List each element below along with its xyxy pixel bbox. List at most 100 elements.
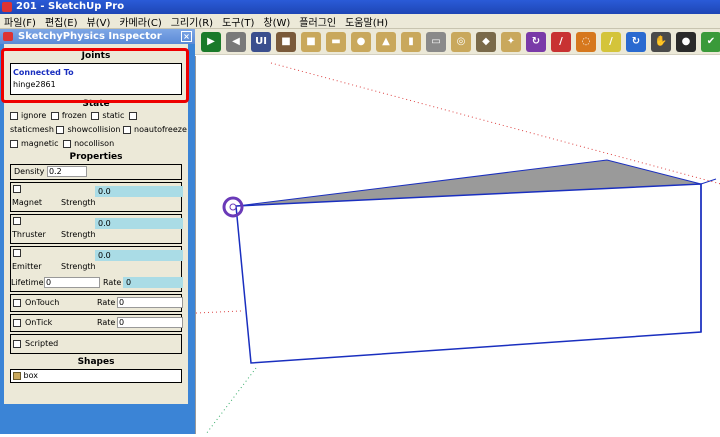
static-label: static <box>102 111 125 120</box>
refresh-blue-icon[interactable]: ↻ <box>626 31 646 52</box>
menu-plugins[interactable]: 플러그인 <box>299 14 336 29</box>
inspector-titlebar[interactable]: SketchyPhysics Inspector × <box>0 29 195 44</box>
showcollision-label: showcollision <box>67 125 121 134</box>
menu-file[interactable]: 파일(F) <box>4 14 36 29</box>
density-label: Density <box>14 167 45 176</box>
density-row: Density 0.2 <box>10 164 182 180</box>
ontouch-rate-input[interactable]: 0 <box>117 297 183 308</box>
emitter-checkbox[interactable] <box>13 249 21 257</box>
scripted-label: Scripted <box>25 339 59 348</box>
window-title: 201 - SketchUp Pro <box>16 1 125 12</box>
window-titlebar: 201 - SketchUp Pro <box>0 0 720 14</box>
scripted-checkbox[interactable] <box>13 340 21 348</box>
scripted-group: Scripted <box>10 334 182 354</box>
noautofreeze-label: noautofreeze <box>134 125 187 134</box>
magnetic-label: magnetic <box>21 139 59 148</box>
capsule-shape-icon[interactable]: ▮ <box>401 31 421 52</box>
staticmesh-label: staticmesh <box>10 125 54 134</box>
menu-view[interactable]: 뷰(V) <box>87 14 111 29</box>
magnet-strength-input[interactable]: 0.0 <box>95 186 183 197</box>
box-front-face <box>235 183 702 364</box>
shapes-box: box <box>10 369 182 383</box>
thruster-group: 0.0 Thruster Strength <box>10 214 183 244</box>
magnet-strength-label: Strength <box>61 198 96 207</box>
scene-svg <box>195 62 720 435</box>
menu-draw[interactable]: 그리기(R) <box>171 14 213 29</box>
line-red-icon[interactable]: / <box>551 31 571 52</box>
menu-camera[interactable]: 카메라(C) <box>119 14 161 29</box>
lifetime-input[interactable]: 0 <box>44 277 100 288</box>
box-shape-icon[interactable]: ■ <box>301 31 321 52</box>
plate-shape-icon[interactable]: ▭ <box>426 31 446 52</box>
nocollison-checkbox[interactable] <box>63 139 72 148</box>
black-dot-icon[interactable]: ● <box>676 31 696 52</box>
green-leaf-icon[interactable]: ✔ <box>701 31 720 52</box>
thruster-label: Thruster <box>12 230 46 239</box>
ignore-label: ignore <box>21 111 47 120</box>
rotate-purple-icon[interactable]: ↻ <box>526 31 546 52</box>
staticmesh-checkbox[interactable] <box>128 111 137 120</box>
nocollison-label: nocollison <box>74 139 115 148</box>
ontouch-rate-label: Rate <box>97 298 116 307</box>
thruster-strength-label: Strength <box>61 230 96 239</box>
emitter-label: Emitter <box>12 262 42 271</box>
emitter-strength-input[interactable]: 0.0 <box>95 250 183 261</box>
highlight-frame <box>1 48 189 103</box>
frozen-checkbox[interactable] <box>50 111 59 120</box>
close-icon[interactable]: × <box>181 31 192 42</box>
magnet-checkbox[interactable] <box>13 185 21 193</box>
shapes-header: Shapes <box>77 357 115 367</box>
ontick-rate-input[interactable]: 0 <box>117 317 183 328</box>
magnet-label: Magnet <box>12 198 43 207</box>
modeling-viewport[interactable] <box>195 56 720 435</box>
physics-toolbar: ▶ ◀ UI ■ ■ ▬ ● ▲ ▮ ▭ ◎ ◆ ✦ ↻ / ◌ / ↻ ✋ ● ✔ <box>195 29 720 55</box>
emitter-rate-input[interactable]: 0 <box>123 277 183 288</box>
torus-shape-icon[interactable]: ◎ <box>451 31 471 52</box>
box-shape-icon <box>13 371 21 380</box>
rewind-icon[interactable]: ◀ <box>226 31 246 52</box>
ontouch-label: OnTouch <box>25 298 60 307</box>
pin-tool-icon[interactable]: ✦ <box>501 31 521 52</box>
inspector-app-icon <box>3 32 13 41</box>
emitter-group: 0.0 Emitter Strength Lifetime 0 Rate 0 <box>10 246 183 292</box>
ontick-group: OnTick Rate 0 <box>10 314 183 332</box>
showcollision-checkbox[interactable] <box>56 125 65 134</box>
menu-edit[interactable]: 편집(E) <box>45 14 78 29</box>
objects-icon[interactable]: ■ <box>276 31 296 52</box>
magnet-group: 0.0 Magnet Strength <box>10 182 183 212</box>
density-input[interactable]: 0.2 <box>46 166 87 177</box>
pencil-yellow-icon[interactable]: / <box>601 31 621 52</box>
state-options: ignore frozen static staticmesh showcoll… <box>4 109 188 151</box>
cylinder-shape-icon[interactable]: ▬ <box>326 31 346 52</box>
magnetic-checkbox[interactable] <box>10 139 18 148</box>
ontick-checkbox[interactable] <box>13 319 21 327</box>
ontouch-checkbox[interactable] <box>13 299 21 307</box>
hand-icon[interactable]: ✋ <box>651 31 671 52</box>
joint-tool-icon[interactable]: ◆ <box>476 31 496 52</box>
emitter-rate-label: Rate <box>103 278 122 287</box>
play-icon[interactable]: ▶ <box>201 31 221 52</box>
properties-header: Properties <box>69 152 123 162</box>
lifetime-label: Lifetime <box>11 278 44 287</box>
ignore-checkbox[interactable] <box>10 111 18 120</box>
noautofreeze-checkbox[interactable] <box>123 125 132 134</box>
green-axis-dotted <box>205 367 257 435</box>
ui-icon[interactable]: UI <box>251 31 271 52</box>
shape-value[interactable]: box <box>24 371 38 380</box>
red-axis-dotted <box>270 62 720 185</box>
cone-shape-icon[interactable]: ▲ <box>376 31 396 52</box>
static-checkbox[interactable] <box>91 111 100 120</box>
frozen-label: frozen <box>61 111 87 120</box>
inspector-title: SketchyPhysics Inspector <box>18 31 162 42</box>
sketchup-app-icon <box>2 2 12 12</box>
thruster-checkbox[interactable] <box>13 217 21 225</box>
dashed-circle-icon[interactable]: ◌ <box>576 31 596 52</box>
emitter-strength-label: Strength <box>61 262 96 271</box>
sphere-shape-icon[interactable]: ● <box>351 31 371 52</box>
menu-tools[interactable]: 도구(T) <box>222 14 254 29</box>
menu-window[interactable]: 창(W) <box>263 14 290 29</box>
thruster-strength-input[interactable]: 0.0 <box>95 218 183 229</box>
menu-help[interactable]: 도움말(H) <box>345 14 388 29</box>
menu-bar: 파일(F) 편집(E) 뷰(V) 카메라(C) 그리기(R) 도구(T) 창(W… <box>0 14 720 29</box>
ontick-label: OnTick <box>25 318 53 327</box>
